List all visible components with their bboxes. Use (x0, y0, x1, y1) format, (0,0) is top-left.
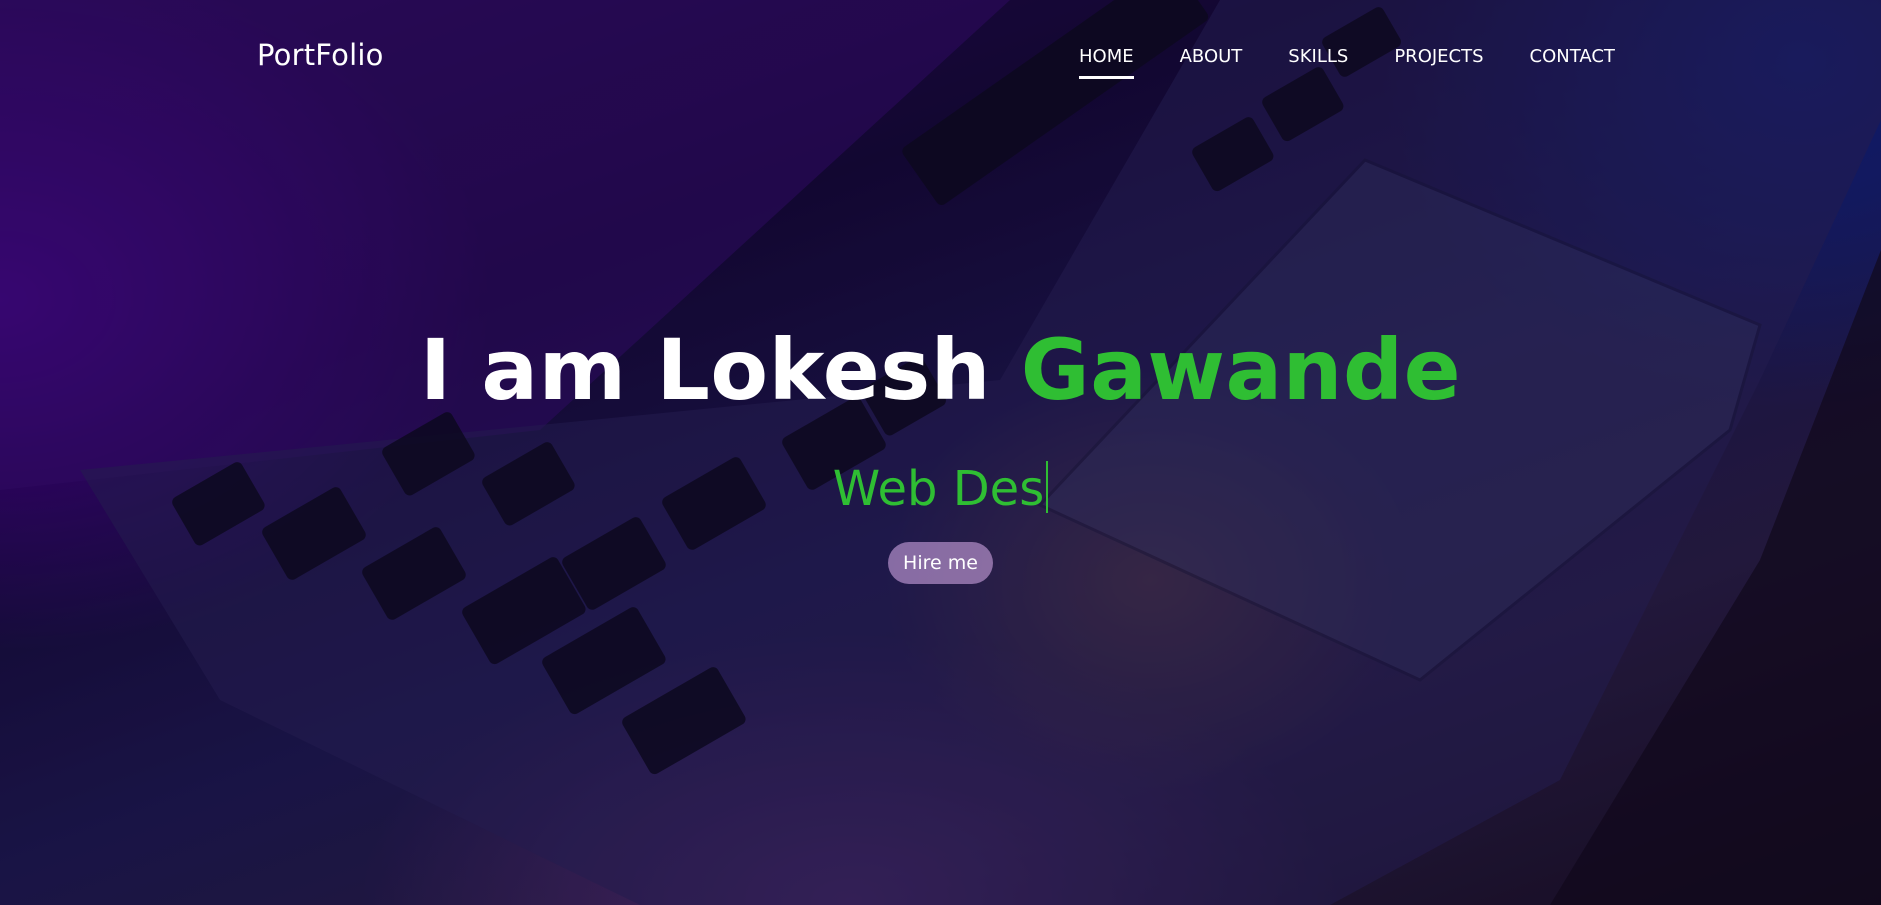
nav-item-about[interactable]: ABOUT (1180, 46, 1243, 67)
nav-item-skills[interactable]: SKILLS (1288, 46, 1348, 67)
typing-text: Web Des (832, 461, 1045, 517)
hero-section: PortFolio HOME ABOUT SKILLS PROJECTS CON… (0, 0, 1881, 905)
headline-prefix: I am Lokesh (419, 321, 991, 419)
typing-line: Web Des (0, 458, 1881, 520)
hero-content: I am Lokesh Gawande Web Des Hire me (0, 320, 1881, 584)
typing-cursor (1046, 461, 1049, 513)
nav-links: HOME ABOUT SKILLS PROJECTS CONTACT (1079, 46, 1615, 79)
nav-item-home[interactable]: HOME (1079, 46, 1134, 79)
hero-headline: I am Lokesh Gawande (0, 320, 1881, 420)
hire-me-button[interactable]: Hire me (888, 542, 993, 584)
headline-name-accent: Gawande (1020, 321, 1462, 419)
site-logo[interactable]: PortFolio (257, 38, 384, 72)
top-navbar: PortFolio HOME ABOUT SKILLS PROJECTS CON… (0, 0, 1881, 115)
nav-item-projects[interactable]: PROJECTS (1394, 46, 1483, 67)
nav-item-contact[interactable]: CONTACT (1530, 46, 1615, 67)
